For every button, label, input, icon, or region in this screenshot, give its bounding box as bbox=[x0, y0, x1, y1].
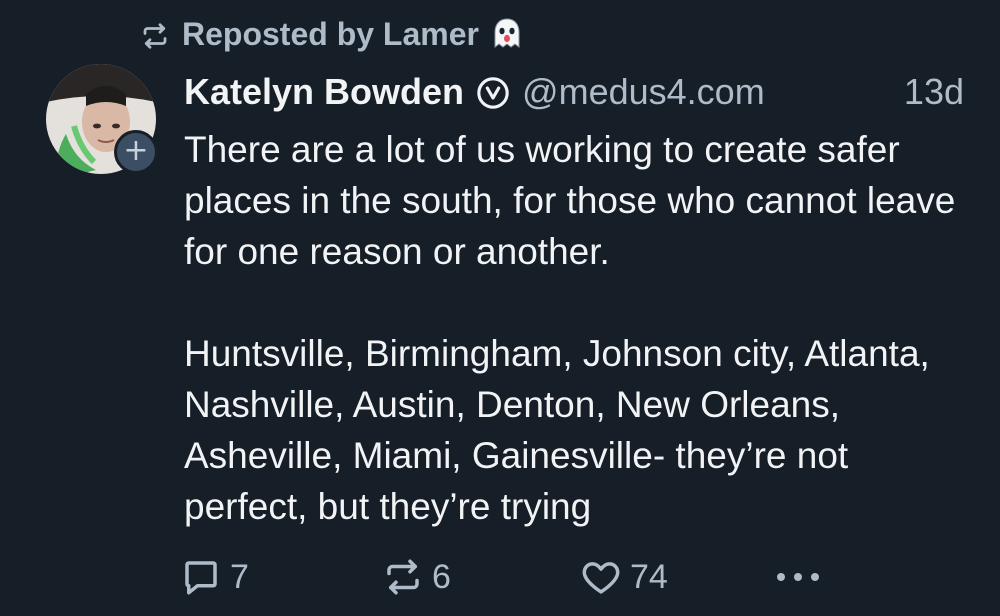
repost-button[interactable]: 6 bbox=[382, 554, 451, 600]
like-button[interactable]: 74 bbox=[580, 554, 668, 600]
author-avatar-container[interactable]: + bbox=[46, 64, 158, 174]
post-paragraph: There are a lot of us working to create … bbox=[184, 129, 956, 272]
author-display-name[interactable]: Katelyn Bowden bbox=[184, 71, 464, 113]
repost-indicator[interactable]: Reposted by Lamer bbox=[140, 14, 525, 54]
more-options-button[interactable] bbox=[774, 554, 832, 600]
follow-plus-button[interactable]: + bbox=[114, 130, 158, 174]
post-timestamp[interactable]: 13d bbox=[904, 71, 964, 113]
post-text: There are a lot of us working to create … bbox=[184, 124, 974, 532]
post-paragraph: Huntsville, Birmingham, Johnson city, At… bbox=[184, 333, 930, 527]
more-dots-icon bbox=[777, 573, 819, 581]
heart-icon bbox=[582, 562, 620, 594]
reply-count: 7 bbox=[230, 557, 249, 596]
repost-icon bbox=[143, 22, 167, 49]
repost-label: Reposted by Lamer bbox=[182, 15, 479, 52]
reply-button[interactable]: 7 bbox=[180, 554, 249, 600]
author-handle[interactable]: @medus4.com bbox=[522, 71, 765, 113]
like-count: 74 bbox=[630, 557, 668, 596]
reply-icon bbox=[185, 561, 217, 595]
verified-check-icon[interactable] bbox=[476, 76, 510, 110]
post-header: Katelyn Bowden @medus4.com 13d bbox=[184, 70, 964, 114]
ghost-icon bbox=[494, 18, 520, 48]
repost-count: 6 bbox=[432, 557, 451, 596]
repost-icon bbox=[387, 559, 419, 595]
post-actions-bar: 7 6 74 bbox=[180, 554, 980, 600]
